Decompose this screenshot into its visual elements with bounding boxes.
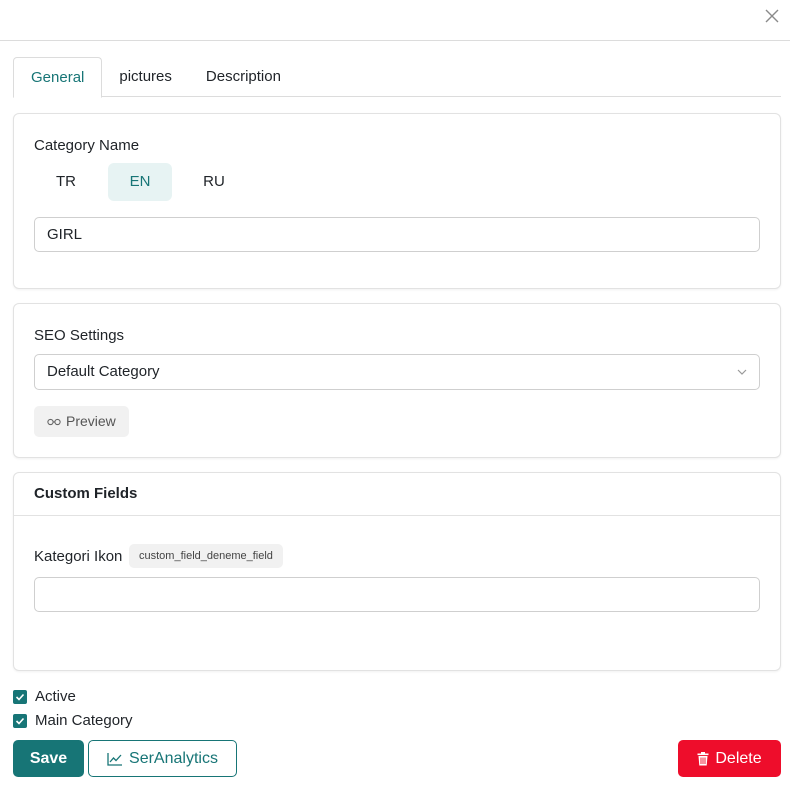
save-button[interactable]: Save bbox=[13, 740, 84, 777]
lang-tab-en[interactable]: EN bbox=[108, 163, 172, 201]
language-tabs: TR EN RU bbox=[34, 163, 256, 201]
seo-settings-card: SEO Settings Default Category Preview bbox=[13, 303, 781, 458]
preview-button[interactable]: Preview bbox=[34, 406, 129, 437]
active-checkbox-row[interactable]: Active bbox=[13, 688, 76, 705]
category-name-card: Category Name TR EN RU bbox=[13, 113, 781, 289]
seo-selected-value: Default Category bbox=[47, 363, 160, 380]
close-button[interactable] bbox=[764, 8, 780, 24]
preview-label: Preview bbox=[66, 413, 116, 429]
modal-header bbox=[0, 0, 790, 41]
lang-tab-tr[interactable]: TR bbox=[34, 163, 98, 201]
chart-line-icon bbox=[107, 752, 123, 766]
delete-button[interactable]: Delete bbox=[678, 740, 781, 777]
checkmark-icon bbox=[15, 717, 25, 725]
custom-field-key-badge: custom_field_deneme_field bbox=[129, 544, 283, 568]
tab-bar: General pictures Description bbox=[13, 57, 781, 98]
category-name-label: Category Name bbox=[34, 137, 140, 154]
trash-icon bbox=[697, 751, 709, 765]
main-category-label: Main Category bbox=[35, 712, 133, 729]
delete-label: Delete bbox=[715, 749, 762, 767]
seranalytics-button[interactable]: SerAnalytics bbox=[88, 740, 237, 777]
chevron-down-icon bbox=[737, 369, 747, 375]
custom-fields-header: Custom Fields bbox=[14, 473, 780, 516]
glasses-icon bbox=[47, 418, 61, 425]
main-category-checkbox-row[interactable]: Main Category bbox=[13, 712, 133, 729]
lang-tab-ru[interactable]: RU bbox=[182, 163, 246, 201]
seo-category-select[interactable]: Default Category bbox=[34, 354, 760, 390]
category-name-input[interactable] bbox=[34, 217, 760, 252]
checkmark-icon bbox=[15, 693, 25, 701]
custom-field-label: Kategori Ikon bbox=[34, 548, 123, 565]
custom-field-input[interactable] bbox=[34, 577, 760, 612]
active-label: Active bbox=[35, 688, 76, 705]
tab-general[interactable]: General bbox=[13, 57, 103, 98]
active-checkbox[interactable] bbox=[13, 689, 27, 704]
seranalytics-label: SerAnalytics bbox=[129, 749, 218, 767]
tab-description[interactable]: Description bbox=[189, 57, 298, 97]
seo-settings-label: SEO Settings bbox=[34, 327, 125, 344]
tab-pictures[interactable]: pictures bbox=[102, 57, 189, 97]
close-icon bbox=[765, 9, 779, 23]
main-category-checkbox[interactable] bbox=[13, 713, 27, 728]
custom-fields-card: Custom Fields Kategori Ikon custom_field… bbox=[13, 472, 781, 671]
